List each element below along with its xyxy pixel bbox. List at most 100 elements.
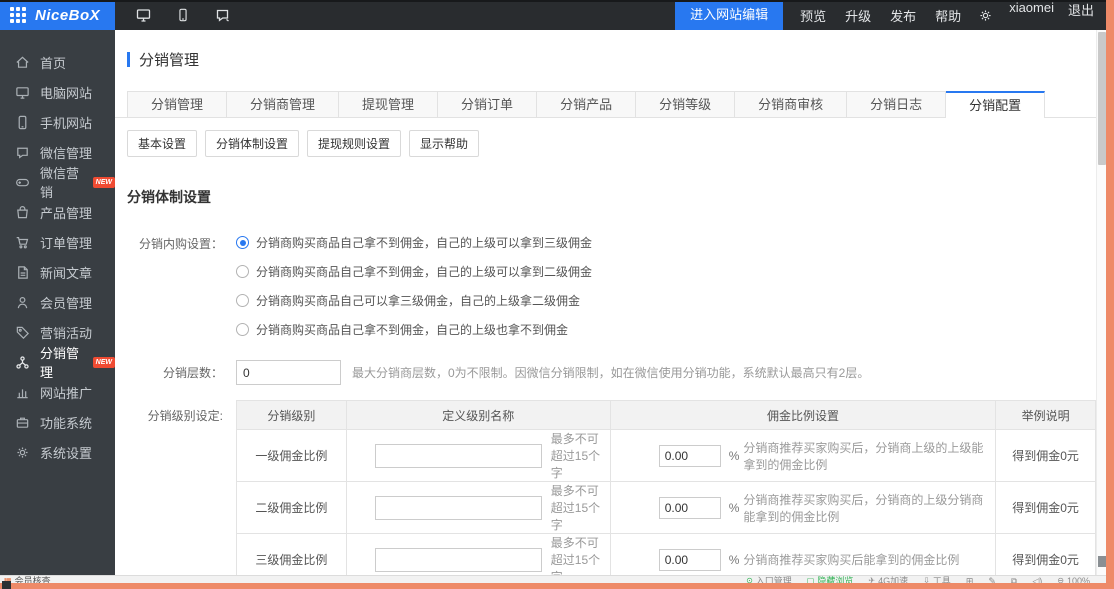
table-row-level3: 三级佣金比例 最多不可超过15个字 %分销商推荐买家购买后能拿到的佣金比例 得到… bbox=[237, 534, 1096, 576]
tab-distributor-review[interactable]: 分销商审核 bbox=[735, 91, 847, 117]
capture-frame-right bbox=[1106, 0, 1114, 589]
table-row-level2: 二级佣金比例 最多不可超过15个字 %分销商推荐买家购买后，分销商的上级分销商能… bbox=[237, 482, 1096, 534]
level-cell: 一级佣金比例 bbox=[237, 430, 347, 482]
tab-distribution-config[interactable]: 分销配置 bbox=[946, 91, 1045, 118]
chart-icon bbox=[15, 385, 30, 400]
desktop-view-icon[interactable] bbox=[135, 7, 152, 23]
sidebar-item-label: 功能系统 bbox=[40, 413, 92, 432]
logo-area[interactable]: NiceBoX bbox=[0, 0, 115, 30]
status-item-speedup[interactable]: ✈4G加速 bbox=[868, 576, 908, 583]
wechat-view-icon[interactable] bbox=[214, 7, 231, 23]
grid-view-icon[interactable]: ⊞ bbox=[966, 576, 974, 583]
radio-button[interactable] bbox=[236, 294, 249, 307]
apps-grid-icon[interactable] bbox=[10, 7, 26, 23]
sidebar-item-promotion[interactable]: 网站推广 bbox=[0, 377, 115, 407]
levels-row: 分销级别设定: 分销级别 定义级别名称 佣金比例设置 举例说明 一级佣金比例 最… bbox=[127, 400, 1096, 575]
sound-icon[interactable]: ◁) bbox=[1032, 576, 1042, 583]
page-title: 分销管理 bbox=[139, 49, 199, 70]
sidebar-item-label: 电脑网站 bbox=[40, 83, 92, 102]
speed-icon: ✈ bbox=[868, 576, 875, 583]
percent-sign: % bbox=[729, 501, 740, 515]
sidebar-item-label: 产品管理 bbox=[40, 203, 92, 222]
sidebar-item-system-settings[interactable]: 系统设置 bbox=[0, 437, 115, 467]
level1-name-input[interactable] bbox=[375, 444, 542, 468]
title-accent-bar bbox=[127, 52, 130, 67]
example-cell: 得到佣金0元 bbox=[996, 430, 1096, 482]
upgrade-link[interactable]: 升级 bbox=[845, 6, 871, 25]
scrollbar-thumb[interactable] bbox=[1098, 32, 1106, 165]
sidebar-item-wechat-marketing[interactable]: 微信营销 NEW bbox=[0, 167, 115, 197]
app-window: NiceBoX 进入网站编辑 预览 升级 发布 帮助 xiaomei 退出 首页… bbox=[0, 0, 1114, 589]
zoom-level[interactable]: ⊖100% bbox=[1057, 576, 1090, 583]
sidebar-item-label: 网站推广 bbox=[40, 383, 92, 402]
subtab-show-help[interactable]: 显示帮助 bbox=[409, 130, 479, 157]
level3-name-input[interactable] bbox=[375, 548, 542, 572]
tab-distribution-products[interactable]: 分销产品 bbox=[537, 91, 636, 117]
tab-distributor-mgmt[interactable]: 分销商管理 bbox=[227, 91, 339, 117]
radio-button[interactable] bbox=[236, 265, 249, 278]
download-icon: ⇩ bbox=[923, 576, 930, 583]
subtab-bar: 基本设置 分销体制设置 提现规则设置 显示帮助 bbox=[127, 130, 1096, 157]
sidebar-item-label: 首页 bbox=[40, 53, 66, 72]
frame-corner-handle bbox=[2, 581, 11, 589]
sidebar-item-members[interactable]: 会员管理 bbox=[0, 287, 115, 317]
radio-button[interactable] bbox=[236, 323, 249, 336]
document-icon bbox=[15, 265, 30, 280]
level2-pct-input[interactable] bbox=[659, 497, 721, 519]
window-top-edge bbox=[0, 0, 1106, 2]
zoom-icon: ⊖ bbox=[1057, 576, 1064, 583]
wechat-icon bbox=[15, 145, 30, 160]
subtab-withdraw-rules[interactable]: 提现规则设置 bbox=[307, 130, 401, 157]
preview-link[interactable]: 预览 bbox=[800, 6, 826, 25]
layers-input[interactable] bbox=[236, 360, 341, 385]
status-item-entry[interactable]: ⊙入口管理 bbox=[746, 576, 792, 583]
scrollbar-bottom-button[interactable] bbox=[1098, 556, 1106, 567]
vertical-scrollbar[interactable] bbox=[1096, 30, 1106, 575]
table-header-row: 分销级别 定义级别名称 佣金比例设置 举例说明 bbox=[237, 401, 1096, 430]
gamepad-icon bbox=[15, 175, 30, 190]
pen-icon[interactable]: ✎ bbox=[988, 576, 996, 583]
tab-distribution-mgmt[interactable]: 分销管理 bbox=[127, 91, 227, 117]
circle-arrow-icon: ⊙ bbox=[746, 576, 753, 583]
window-icon[interactable]: ⧉ bbox=[1011, 576, 1017, 583]
sidebar-item-home[interactable]: 首页 bbox=[0, 47, 115, 77]
radio-option-label: 分销商购买商品自己拿不到佣金，自己的上级可以拿到三级佣金 bbox=[256, 234, 592, 251]
main-content: 分销管理 分销管理 分销商管理 提现管理 分销订单 分销产品 分销等级 分销商审… bbox=[115, 30, 1096, 575]
level2-name-input[interactable] bbox=[375, 496, 542, 520]
radio-option-label: 分销商购买商品自己可以拿三级佣金，自己的上级拿二级佣金 bbox=[256, 292, 580, 309]
logout-link[interactable]: 退出 bbox=[1068, 0, 1094, 30]
username-label[interactable]: xiaomei bbox=[1009, 0, 1054, 30]
subtab-basic-settings[interactable]: 基本设置 bbox=[127, 130, 197, 157]
status-right: ⊙入口管理 ▢隐藏浏览 ✈4G加速 ⇩工具 ⊞ ✎ ⧉ ◁) ⊖100% bbox=[746, 576, 1090, 583]
subtab-system-settings[interactable]: 分销体制设置 bbox=[205, 130, 299, 157]
user-icon bbox=[15, 295, 30, 310]
topbar-links: 预览 升级 发布 帮助 bbox=[800, 0, 961, 30]
level3-pct-input[interactable] bbox=[659, 549, 721, 571]
sidebar-item-mobile-site[interactable]: 手机网站 bbox=[0, 107, 115, 137]
publish-link[interactable]: 发布 bbox=[890, 6, 916, 25]
purchase-settings-row: 分销内购设置： 分销商购买商品自己拿不到佣金，自己的上级可以拿到三级佣金 分销商… bbox=[127, 228, 1096, 344]
sidebar-item-function-system[interactable]: 功能系统 bbox=[0, 407, 115, 437]
tab-distribution-logs[interactable]: 分销日志 bbox=[847, 91, 946, 117]
radio-button-selected[interactable] bbox=[236, 236, 249, 249]
tab-distribution-levels[interactable]: 分销等级 bbox=[636, 91, 735, 117]
sidebar: 首页 电脑网站 手机网站 微信管理 微信营销 NEW 产品管理 订单管理 bbox=[0, 30, 115, 576]
mobile-view-icon[interactable] bbox=[176, 7, 190, 23]
enter-site-editor-button[interactable]: 进入网站编辑 bbox=[675, 0, 783, 30]
new-badge: NEW bbox=[93, 357, 115, 368]
status-item-hide-browse[interactable]: ▢隐藏浏览 bbox=[807, 576, 854, 583]
sidebar-item-pc-site[interactable]: 电脑网站 bbox=[0, 77, 115, 107]
level1-pct-input[interactable] bbox=[659, 445, 721, 467]
tab-distribution-orders[interactable]: 分销订单 bbox=[438, 91, 537, 117]
page-header: 分销管理 bbox=[127, 49, 1096, 70]
sidebar-item-label: 营销活动 bbox=[40, 323, 92, 342]
tab-withdrawal-mgmt[interactable]: 提现管理 bbox=[339, 91, 438, 117]
settings-gear-icon[interactable] bbox=[978, 0, 993, 30]
help-link[interactable]: 帮助 bbox=[935, 6, 961, 25]
status-item-tools[interactable]: ⇩工具 bbox=[923, 576, 951, 583]
sidebar-item-products[interactable]: 产品管理 bbox=[0, 197, 115, 227]
sidebar-item-orders[interactable]: 订单管理 bbox=[0, 227, 115, 257]
sidebar-item-news[interactable]: 新闻文章 bbox=[0, 257, 115, 287]
status-strip: ▦ 会员核查 ⊙入口管理 ▢隐藏浏览 ✈4G加速 ⇩工具 ⊞ ✎ ⧉ ◁) ⊖1… bbox=[0, 575, 1106, 583]
sidebar-item-distribution[interactable]: 分销管理 NEW bbox=[0, 347, 115, 377]
